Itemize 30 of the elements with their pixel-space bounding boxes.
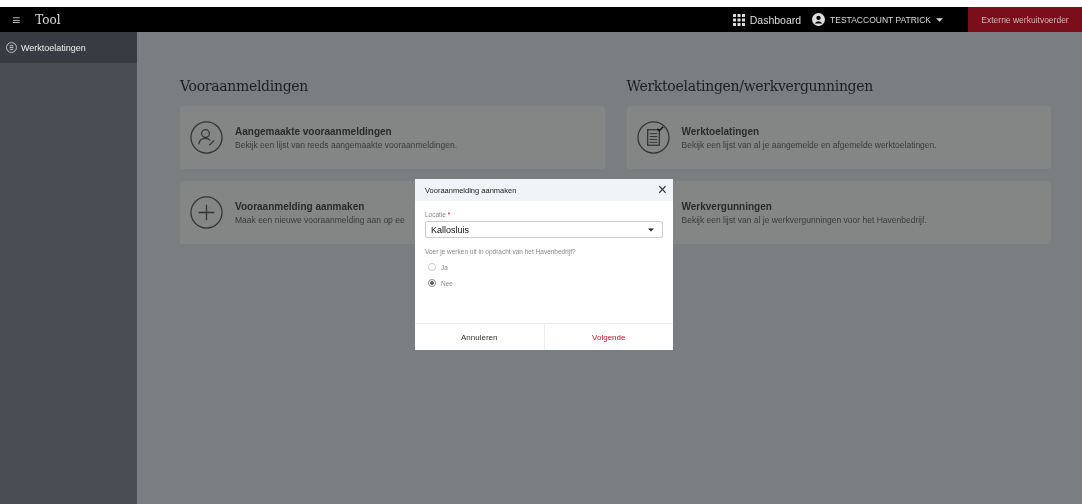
caret-icon (936, 17, 943, 22)
card-description: Bekijk een lijst van al je aangemelde en afgemelde werktoelatingen. (681, 139, 937, 150)
sidebar-item-label: Werktoelatingen (21, 42, 86, 53)
dashboard-link[interactable]: Dashboard (749, 13, 802, 26)
card-description: Bekijk een lijst van reeds aangemaakte vooraanmeldingen. (235, 139, 458, 150)
section-heading: Vooraanmeldingen (180, 78, 310, 94)
close-button[interactable]: × (657, 182, 667, 198)
app-title: Tool (35, 12, 61, 27)
menu-icon[interactable]: ≡ (12, 11, 21, 28)
user-menu[interactable]: TESTACCOUNT PATRICK (830, 14, 931, 25)
card-title: Werkvergunningen (681, 200, 773, 212)
sidebar-item[interactable]: Werktoelatingen (0, 32, 137, 63)
section-heading: Werktoelatingen/werkvergunningen (626, 78, 874, 94)
card-title: Werktoelatingen (681, 125, 761, 137)
radio-button[interactable] (428, 279, 436, 287)
card-description: Bekijk een lijst van al je werkvergunningen voor het Havenbedrijf. (681, 214, 927, 225)
user-icon (812, 13, 826, 26)
card-description: Maak een nieuwe vooraanmelding aan op ee (235, 214, 405, 225)
card[interactable]: Werktoelatingen Bekijk een lijst van al je aangemelde en afgemelde werktoelatingen. (626, 106, 1051, 169)
card-title: Vooraanmelding aanmaken (235, 200, 366, 212)
list-icon (6, 42, 17, 53)
card-title: Aangemaakte vooraanmeldingen (235, 125, 393, 137)
document-check-icon (636, 121, 670, 154)
person-edit-icon (190, 121, 223, 154)
caret-icon (648, 227, 654, 232)
grid-icon[interactable] (732, 13, 745, 26)
plus-icon (190, 196, 223, 229)
location-dropdown[interactable]: Kallosluis (425, 221, 663, 238)
card[interactable]: Aangemaakte vooraanmeldingen Bekijk een lijst van reeds aangemaakte vooraanmeldingen. (180, 106, 605, 169)
role-button[interactable]: Externe werkuitvoerder (968, 7, 1082, 32)
